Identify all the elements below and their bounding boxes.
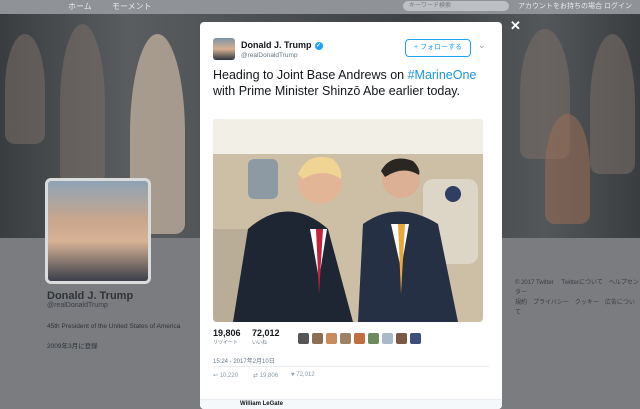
footer-links: © 2017 Twitter Twitterについて ヘルプセンター 規約 プラ… <box>515 278 639 318</box>
footer-line[interactable]: © 2017 Twitter Twitterについて ヘルプセンター <box>515 278 639 298</box>
retweet-button[interactable]: ⇄ 19,806 <box>253 372 278 379</box>
author-avatar[interactable] <box>213 38 235 60</box>
reply-button[interactable]: ↩ 10,220 <box>213 372 238 379</box>
profile-bio: 45th President of the United States of A… <box>47 323 181 330</box>
photo-illustration <box>213 119 483 322</box>
profile-name: Donald J. Trump <box>47 290 134 302</box>
nav-moments[interactable]: モーメント <box>112 1 152 12</box>
retweet-label: リツイート <box>213 340 239 346</box>
profile-handle: @realDonaldTrump <box>47 302 108 309</box>
author-handle[interactable]: @realDonaldTrump <box>241 52 298 59</box>
footer-line[interactable]: 規約 プライバシー クッキー 広告について <box>515 298 639 318</box>
tweet-photo[interactable] <box>213 119 483 322</box>
add-user-icon: + <box>413 44 419 51</box>
heart-icon: ♥ <box>291 372 295 378</box>
chevron-down-icon[interactable]: ⌄ <box>478 40 486 51</box>
tweet-modal: Donald J. Trump ✓ @realDonaldTrump + フォロー… <box>200 22 502 409</box>
nav-home[interactable]: ホーム <box>68 1 92 12</box>
next-tweet-preview[interactable]: William LeGate <box>200 399 502 409</box>
verified-badge-icon: ✓ <box>314 41 323 50</box>
reply-icon: ↩ <box>213 373 219 379</box>
divider <box>213 366 489 367</box>
login-link[interactable]: アカウントをお持ちの場合 ログイン <box>518 1 632 11</box>
follow-button[interactable]: + フォローする <box>405 39 471 57</box>
tweet-timestamp[interactable]: 15:24 - 2017年2月10日 <box>213 356 275 365</box>
tweet-actions: ↩ 10,220 ⇄ 19,806 ♥ 72,012 <box>213 372 493 384</box>
top-nav-bar: ホーム モーメント キーワード検索 アカウントをお持ちの場合 ログイン <box>0 0 640 14</box>
tweet-text: Heading to Joint Base Andrews on #Marine… <box>213 68 477 98</box>
retweet-icon: ⇄ <box>253 373 259 379</box>
like-button[interactable]: ♥ 72,012 <box>291 372 315 378</box>
tweet-stats: 19,806 リツイート 72,012 いいね <box>213 328 493 350</box>
like-count[interactable]: 72,012 <box>252 328 280 338</box>
author-name[interactable]: Donald J. Trump ✓ <box>241 40 323 50</box>
close-icon[interactable]: ✕ <box>510 19 522 33</box>
next-author[interactable]: William LeGate <box>240 401 283 407</box>
hashtag-link[interactable]: #MarineOne <box>408 68 477 82</box>
retweet-count[interactable]: 19,806 <box>213 328 241 338</box>
like-label: いいね <box>252 340 268 346</box>
search-input[interactable]: キーワード検索 <box>403 1 509 11</box>
profile-join-date: 2009年3月に登録 <box>47 343 98 350</box>
profile-avatar[interactable] <box>45 178 151 284</box>
